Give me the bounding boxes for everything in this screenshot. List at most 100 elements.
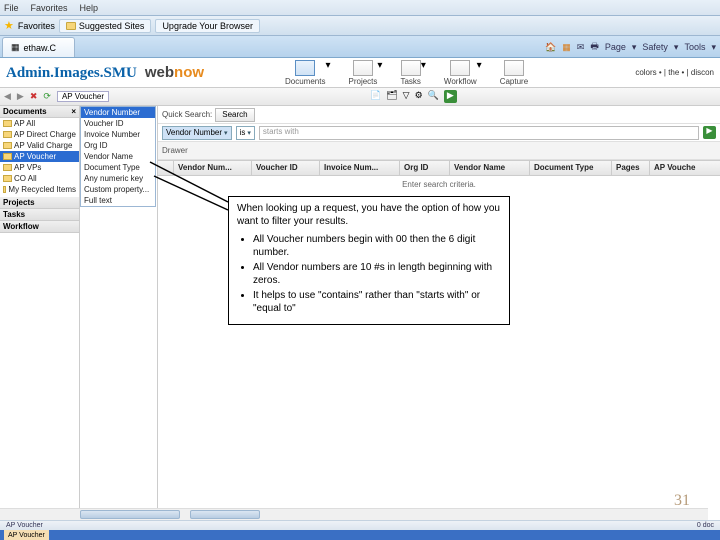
filter-icon[interactable]: ▽	[403, 90, 410, 103]
folder-icon	[3, 142, 12, 149]
logo-now: now	[174, 64, 204, 81]
app-logo: Admin.Images.SMU webnow	[6, 64, 204, 82]
nav-back-icon[interactable]: ◀	[4, 91, 11, 102]
nav-fwd-icon[interactable]: ▶	[17, 91, 24, 102]
tree-item[interactable]: AP VPs	[0, 162, 79, 173]
tab-label: Projects	[349, 77, 378, 86]
tab-label: Workflow	[444, 77, 477, 86]
ie-menu-favorites[interactable]: Favorites	[31, 3, 68, 13]
status-left: AP Voucher	[6, 522, 43, 529]
tab-favicon: ▦	[11, 42, 20, 53]
tools-menu[interactable]: Tools	[684, 42, 705, 52]
col-org-id[interactable]: Org ID	[400, 161, 450, 175]
col-pages[interactable]: Pages	[612, 161, 650, 175]
page-menu[interactable]: Page	[605, 42, 626, 52]
tree-item[interactable]: CO All	[0, 173, 79, 184]
print-icon[interactable]: 🖶	[590, 39, 599, 55]
quick-search-row: Quick Search: Search	[158, 106, 720, 124]
quick-search-label: Quick Search:	[162, 110, 212, 119]
upgrade-browser-label: Upgrade Your Browser	[162, 21, 253, 31]
folder-icon	[3, 164, 12, 171]
tree-item[interactable]: AP Valid Charge	[0, 140, 79, 151]
go-icon[interactable]: ▶	[703, 126, 716, 139]
app-toolbar: ◀ ▶ ✖ ⟳ AP Voucher 📄 🗂 ▽ ⚙ 🔍 ▶	[0, 88, 720, 106]
callout-bullet: All Vendor numbers are 10 #s in length b…	[253, 262, 501, 287]
go-icon[interactable]: ▶	[444, 90, 457, 103]
col-voucher-id[interactable]: Voucher ID	[252, 161, 320, 175]
favorites-label[interactable]: Favorites	[18, 21, 55, 31]
app-tabs: Documents▾ Projects▾ Tasks▾ Workflow▾ Ca…	[285, 60, 528, 86]
dropdown-item[interactable]: Org ID	[81, 140, 155, 151]
search-icon[interactable]: 🔍	[428, 90, 439, 103]
workflow-header[interactable]: Workflow	[0, 221, 79, 233]
tree-item[interactable]: AP Direct Charge	[0, 129, 79, 140]
col-invoice-num[interactable]: Invoice Num...	[320, 161, 400, 175]
feeds-icon[interactable]: ▦	[562, 42, 571, 53]
filter-row: Vendor Number▾ is▾ starts with ▶	[158, 124, 720, 142]
context-chip[interactable]: AP Voucher	[57, 91, 109, 102]
col-doc-type[interactable]: Document Type	[530, 161, 612, 175]
search-button[interactable]: Search	[215, 108, 254, 122]
col-ap-voucher[interactable]: AP Vouche	[650, 161, 720, 175]
tab-projects[interactable]: Projects	[349, 60, 378, 86]
folder-icon	[3, 153, 12, 160]
column-headers: Vendor Num... Voucher ID Invoice Num... …	[158, 160, 720, 176]
suggested-sites-label: Suggested Sites	[79, 21, 145, 31]
refresh-icon[interactable]: ⟳	[43, 91, 51, 102]
dropdown-item[interactable]: Vendor Number	[81, 107, 155, 118]
scrollbar-thumb[interactable]	[80, 510, 180, 519]
suggested-sites-button[interactable]: Suggested Sites	[59, 19, 152, 33]
delete-icon[interactable]: ✖	[30, 91, 38, 102]
app-header: Admin.Images.SMU webnow Documents▾ Proje…	[0, 58, 720, 88]
filter-field-select[interactable]: Vendor Number▾	[162, 126, 232, 140]
tree-item[interactable]: My Recycled Items	[0, 184, 79, 195]
favorites-star-icon[interactable]: ★	[4, 19, 14, 32]
ie-favorites-bar: ★ Favorites Suggested Sites Upgrade Your…	[0, 16, 720, 36]
ie-menu-file[interactable]: File	[4, 3, 19, 13]
dropdown-item[interactable]: Invoice Number	[81, 129, 155, 140]
filter-value-input[interactable]: starts with	[259, 126, 699, 140]
documents-header: Documents×	[0, 106, 79, 118]
chevron-down-icon: ▾	[224, 129, 228, 137]
ie-menubar: File Favorites Help	[0, 0, 720, 16]
folder-icon	[3, 175, 12, 182]
tool-icon-2[interactable]: 🗂	[386, 90, 397, 103]
tasks-header[interactable]: Tasks	[0, 209, 79, 221]
tab-label: Capture	[500, 77, 528, 86]
tab-capture[interactable]: Capture	[500, 60, 528, 86]
empty-hint: Enter search criteria.	[402, 180, 476, 189]
tree-item-selected[interactable]: AP Voucher	[0, 151, 79, 162]
header-right-tools[interactable]: colors • | the • | discon	[635, 68, 714, 77]
home-icon[interactable]: 🏠	[545, 42, 556, 53]
folder-icon	[3, 120, 12, 127]
tree-item[interactable]: AP All	[0, 118, 79, 129]
left-panel: Documents× AP All AP Direct Charge AP Va…	[0, 106, 80, 538]
filter-op-select[interactable]: is▾	[236, 126, 255, 140]
upgrade-browser-button[interactable]: Upgrade Your Browser	[155, 19, 260, 33]
drawer-label: Drawer	[162, 146, 188, 155]
mail-icon[interactable]: ✉	[577, 42, 585, 53]
scrollbar-thumb[interactable]	[190, 510, 260, 519]
col-vendor-name[interactable]: Vendor Name	[450, 161, 530, 175]
projects-header[interactable]: Projects	[0, 197, 79, 209]
tab-tasks[interactable]: Tasks	[400, 60, 420, 86]
tab-label: Documents	[285, 77, 325, 86]
tab-documents[interactable]: Documents	[285, 60, 325, 86]
tab-label: Tasks	[400, 77, 420, 86]
horizontal-scrollbar[interactable]	[0, 508, 708, 520]
tool-icon-3[interactable]: ⚙	[415, 90, 423, 103]
folder-icon	[3, 186, 6, 193]
slide-footer	[0, 530, 720, 540]
browser-tab[interactable]: ▦ ethaw.C	[2, 37, 75, 57]
tool-icon-1[interactable]: 📄	[370, 90, 381, 103]
dropdown-item[interactable]: Voucher ID	[81, 118, 155, 129]
callout-intro: When looking up a request, you have the …	[237, 203, 501, 228]
chevron-down-icon: ▾	[247, 129, 251, 137]
close-panel-icon[interactable]: ×	[71, 107, 76, 116]
ie-menu-help[interactable]: Help	[80, 3, 99, 13]
tab-workflow[interactable]: Workflow	[444, 60, 477, 86]
annotation-arrow	[140, 158, 240, 228]
safety-menu[interactable]: Safety	[642, 42, 668, 52]
status-right: 0 doc	[697, 522, 714, 529]
drawer-row: Drawer	[158, 142, 720, 160]
